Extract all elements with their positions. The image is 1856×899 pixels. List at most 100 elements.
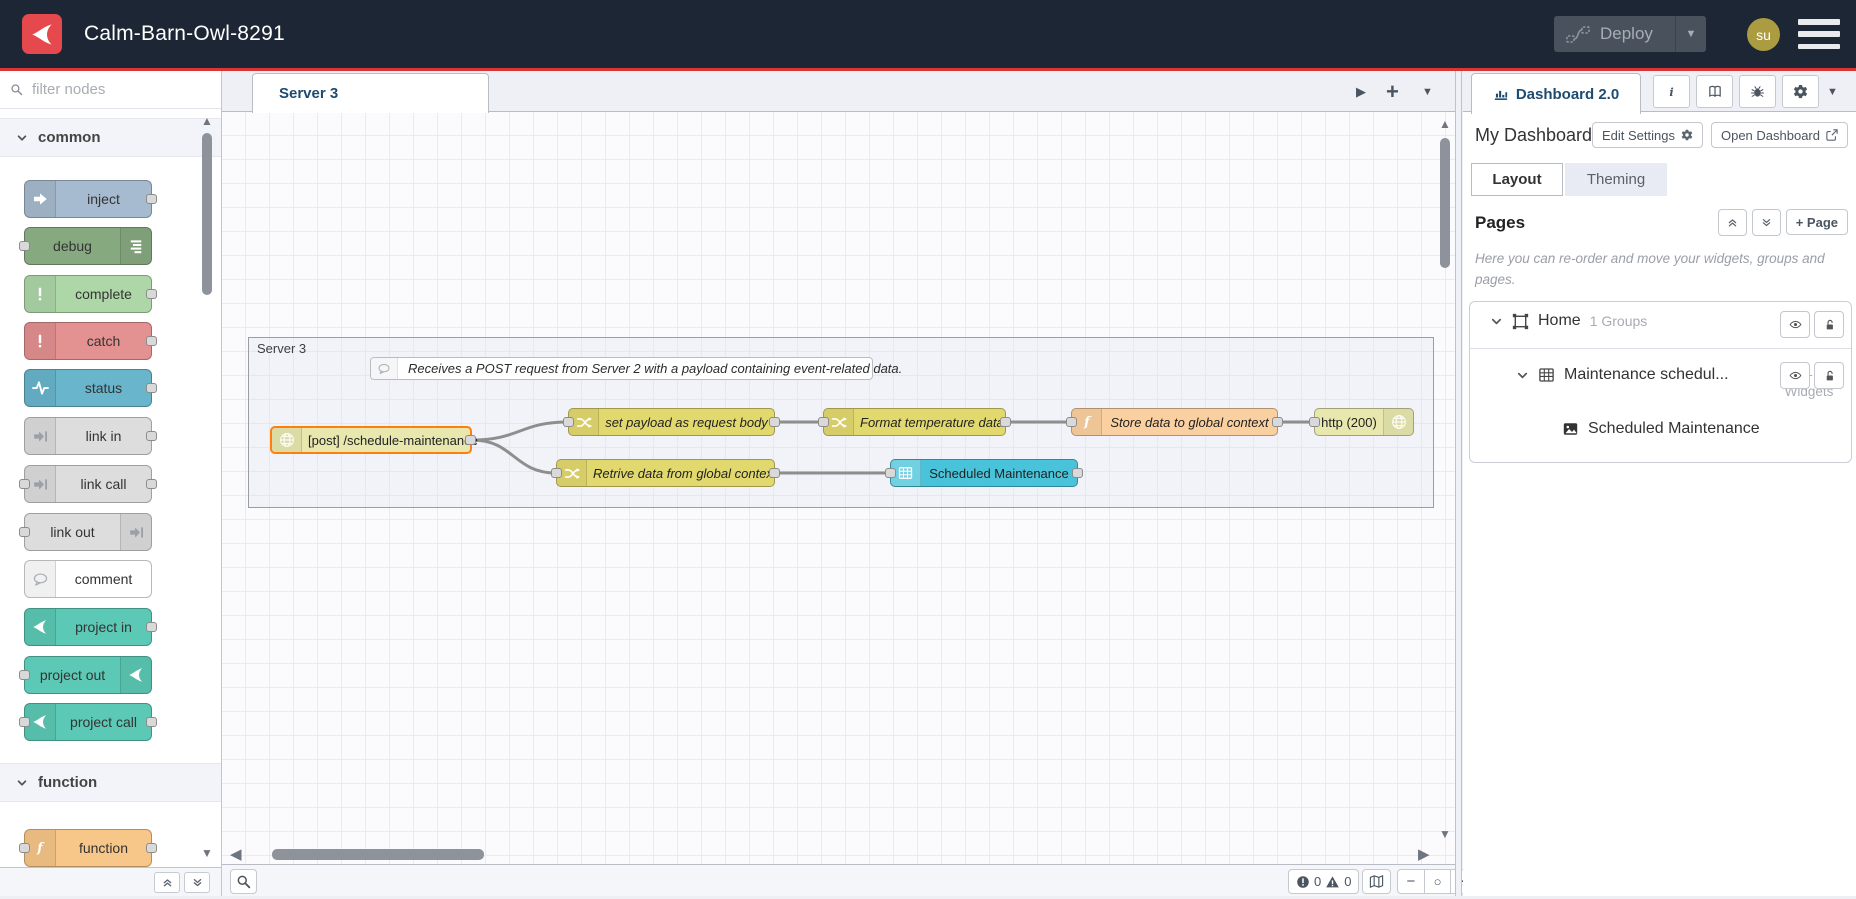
- node-port-in[interactable]: [551, 468, 562, 478]
- canvas-search-button[interactable]: [230, 869, 257, 894]
- node-port-out[interactable]: [769, 417, 780, 427]
- sidebar-tab-dashboard[interactable]: Dashboard 2.0: [1471, 73, 1641, 114]
- flow-node-change-format[interactable]: Format temperature data.: [818, 408, 1011, 436]
- flow-wire[interactable]: [470, 420, 570, 442]
- palette-node-link-out[interactable]: link out: [19, 513, 152, 551]
- canvas-scroll-down-arrow[interactable]: ▼: [1439, 828, 1451, 840]
- palette-filter-input[interactable]: [30, 80, 184, 99]
- palette-expand-all-button[interactable]: [184, 872, 210, 893]
- debug-tab-button[interactable]: [1739, 75, 1776, 108]
- tab-theming[interactable]: Theming: [1565, 163, 1667, 196]
- node-port-out[interactable]: [146, 383, 157, 393]
- add-page-button[interactable]: + Page: [1785, 209, 1848, 235]
- palette-filter[interactable]: [0, 71, 221, 109]
- palette-node-catch[interactable]: catch: [24, 322, 157, 360]
- page-lock-button[interactable]: [1814, 311, 1844, 338]
- user-avatar[interactable]: su: [1747, 18, 1780, 51]
- node-port-in[interactable]: [818, 417, 829, 427]
- node-port-in[interactable]: [19, 717, 30, 727]
- palette-category-function[interactable]: function: [0, 763, 221, 802]
- palette-node-debug[interactable]: debug: [19, 227, 152, 265]
- node-port-in[interactable]: [19, 479, 30, 489]
- flow-node-function-store[interactable]: f Store data to global context: [1066, 408, 1283, 436]
- palette-node-inject[interactable]: inject: [24, 180, 157, 218]
- palette-node-status[interactable]: status: [24, 369, 157, 407]
- canvas-vscrollbar-thumb[interactable]: [1440, 138, 1450, 268]
- deploy-button[interactable]: Deploy ▼: [1554, 16, 1706, 52]
- canvas-hscrollbar-thumb[interactable]: [272, 849, 484, 860]
- run-flows-icon[interactable]: ▶: [1356, 71, 1366, 112]
- flow-node-http-response[interactable]: http (200): [1309, 408, 1414, 436]
- palette-category-common[interactable]: common: [0, 118, 221, 157]
- flow-wire[interactable]: [470, 438, 558, 475]
- palette-node-function[interactable]: f function: [19, 829, 157, 867]
- node-port-in[interactable]: [19, 241, 30, 251]
- node-port-out[interactable]: [1000, 417, 1011, 427]
- workspace-tab-server3[interactable]: Server 3: [252, 73, 489, 113]
- zoom-out-button[interactable]: −: [1398, 870, 1424, 893]
- palette-collapse-all-button[interactable]: [154, 872, 180, 893]
- open-dashboard-button[interactable]: Open Dashboard: [1710, 122, 1848, 148]
- node-port-in[interactable]: [1066, 417, 1077, 427]
- tree-row-widget-scheduled-maintenance[interactable]: Scheduled Maintenance: [1470, 406, 1851, 458]
- chevron-down-icon[interactable]: [1516, 369, 1529, 382]
- node-port-in[interactable]: [563, 417, 574, 427]
- main-menu-button[interactable]: [1798, 19, 1840, 49]
- flow-node-http-in[interactable]: [post] /schedule-maintenance: [270, 426, 478, 454]
- palette-scrollbar-thumb[interactable]: [202, 133, 212, 295]
- palette-node-project-call[interactable]: project call: [19, 703, 157, 741]
- comment-node[interactable]: Receives a POST request from Server 2 wi…: [370, 357, 902, 380]
- minimap-button[interactable]: [1362, 869, 1391, 894]
- page-visibility-button[interactable]: [1780, 311, 1810, 338]
- tree-row-page-home[interactable]: Home 1 Groups: [1470, 302, 1851, 348]
- node-port-in[interactable]: [19, 843, 30, 853]
- pages-collapse-all-button[interactable]: [1717, 209, 1747, 236]
- canvas-scroll-right-arrow[interactable]: ▶: [1418, 847, 1430, 862]
- flow-node-change-set[interactable]: set payload as request body: [563, 408, 780, 436]
- node-port-in[interactable]: [1309, 417, 1320, 427]
- group-lock-button[interactable]: [1814, 362, 1844, 389]
- add-flow-icon[interactable]: +: [1386, 71, 1399, 112]
- node-port-out[interactable]: [146, 431, 157, 441]
- flow-node-change-retrive[interactable]: Retrive data from global context: [551, 459, 780, 487]
- node-port-out[interactable]: [146, 622, 157, 632]
- sidebar-list-caret-icon[interactable]: ▼: [1827, 71, 1838, 112]
- flow-canvas[interactable]: Server 3 Receives a POST request from Se…: [222, 112, 1455, 864]
- zoom-reset-button[interactable]: ○: [1423, 870, 1451, 893]
- settings-tab-button[interactable]: [1782, 75, 1819, 108]
- flow-node-ui-table[interactable]: Scheduled Maintenance: [885, 459, 1083, 487]
- canvas-scroll-left-arrow[interactable]: ◀: [230, 847, 242, 862]
- palette-node-comment[interactable]: comment: [24, 560, 152, 598]
- chevron-down-icon[interactable]: [1490, 315, 1503, 328]
- info-tab-button[interactable]: i: [1653, 75, 1690, 108]
- node-port-out[interactable]: [465, 435, 476, 445]
- flow-list-caret-icon[interactable]: ▼: [1422, 71, 1433, 112]
- canvas-scroll-up-arrow[interactable]: ▲: [1439, 118, 1451, 130]
- node-port-in[interactable]: [19, 670, 30, 680]
- palette-node-complete[interactable]: complete: [24, 275, 157, 313]
- palette-scroll-down-arrow[interactable]: ▼: [201, 847, 213, 859]
- palette-node-project-out[interactable]: project out: [19, 656, 152, 694]
- node-port-out[interactable]: [146, 717, 157, 727]
- node-port-out[interactable]: [146, 194, 157, 204]
- palette-scroll-up-arrow[interactable]: ▲: [201, 115, 213, 127]
- node-port-out[interactable]: [146, 479, 157, 489]
- edit-settings-button[interactable]: Edit Settings: [1591, 122, 1703, 148]
- palette-node-link-in[interactable]: link in: [24, 417, 157, 455]
- node-port-out[interactable]: [769, 468, 780, 478]
- node-port-out[interactable]: [146, 289, 157, 299]
- node-port-out[interactable]: [1072, 468, 1083, 478]
- help-tab-button[interactable]: [1696, 75, 1733, 108]
- palette-node-project-in[interactable]: project in: [24, 608, 157, 646]
- deploy-options-caret[interactable]: ▼: [1675, 16, 1706, 52]
- tab-layout[interactable]: Layout: [1471, 163, 1563, 196]
- group-visibility-button[interactable]: [1780, 362, 1810, 389]
- palette-node-link-call[interactable]: link call: [19, 465, 157, 503]
- node-port-in[interactable]: [885, 468, 896, 478]
- sidebar-splitter[interactable]: [1455, 71, 1462, 896]
- node-port-out[interactable]: [146, 336, 157, 346]
- node-port-out[interactable]: [1272, 417, 1283, 427]
- pages-expand-all-button[interactable]: [1751, 209, 1781, 236]
- node-port-in[interactable]: [19, 527, 30, 537]
- node-port-out[interactable]: [146, 843, 157, 853]
